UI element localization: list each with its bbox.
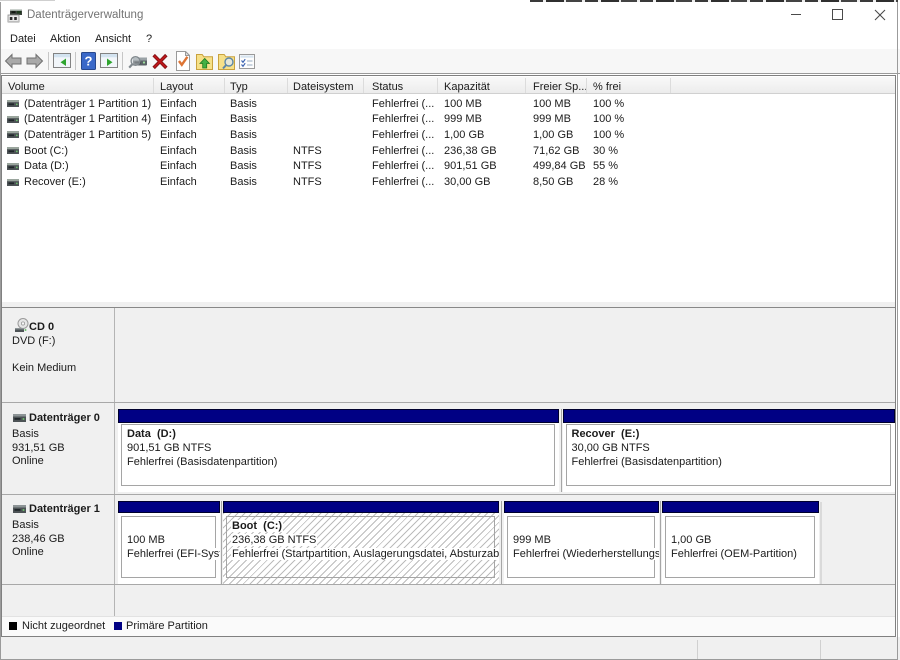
svg-text:?: ? [85, 54, 93, 69]
